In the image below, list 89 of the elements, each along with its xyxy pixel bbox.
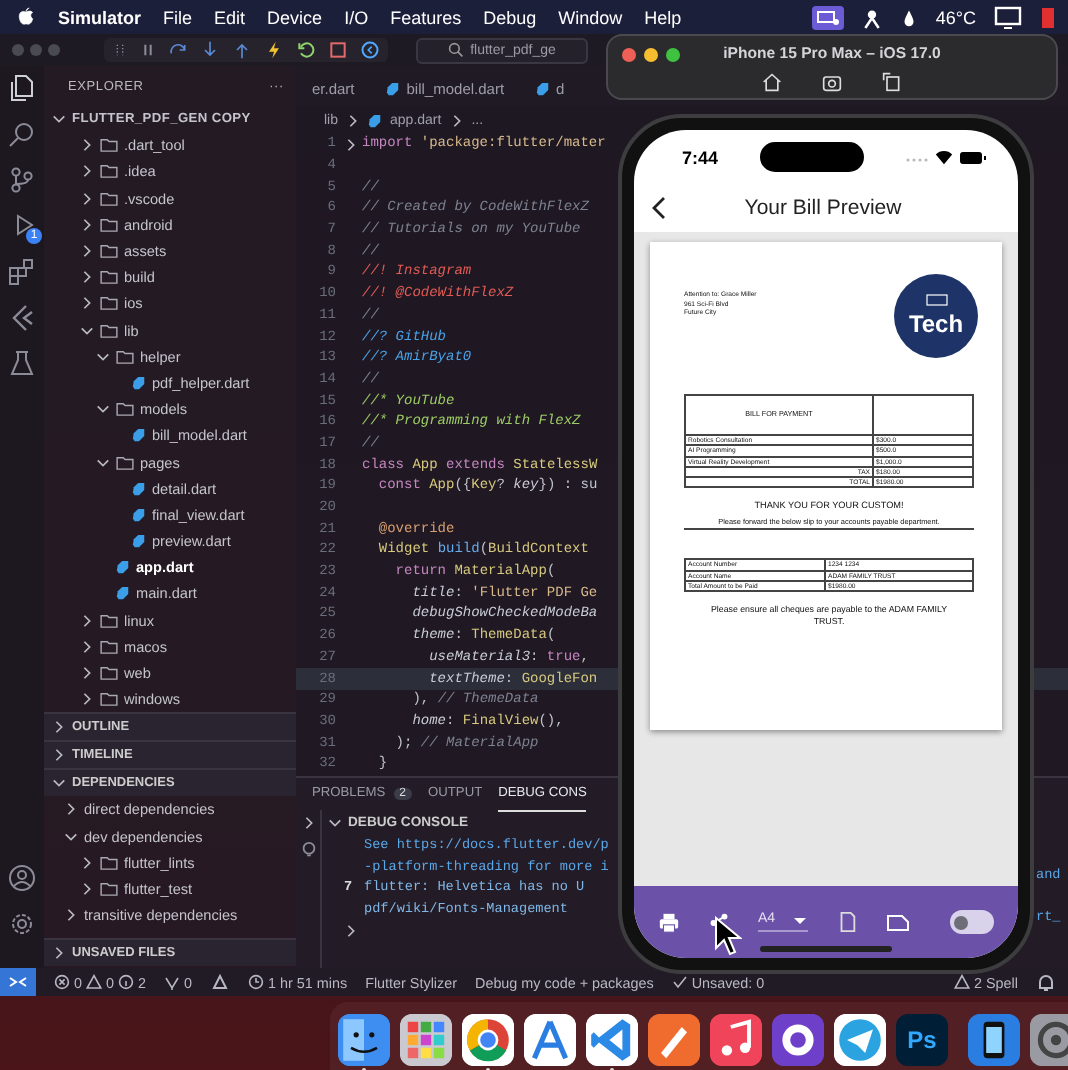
chevron-icon[interactable]	[328, 816, 342, 830]
flask-icon[interactable]	[8, 350, 36, 378]
debug-icon[interactable]	[210, 972, 230, 992]
music-note-app-icon[interactable]	[710, 1013, 762, 1065]
flutter-icon[interactable]	[8, 304, 36, 332]
phone-app-icon[interactable]	[968, 1013, 1020, 1065]
dart-file-icon	[132, 375, 146, 390]
home-icon[interactable]	[762, 71, 782, 91]
app-icon[interactable]: Ps	[896, 1013, 948, 1065]
chevron-icon[interactable]	[52, 946, 66, 960]
files-icon[interactable]	[8, 74, 36, 102]
landscape-icon[interactable]	[885, 910, 910, 934]
menu-item[interactable]: Device	[267, 7, 323, 27]
separator-icon[interactable]	[449, 113, 464, 127]
check-icon	[671, 974, 688, 990]
folder-icon	[116, 455, 134, 470]
battery-icon	[959, 149, 986, 165]
pen-app-icon[interactable]	[648, 1013, 700, 1065]
remote-button[interactable]	[0, 968, 36, 996]
warning-icon	[954, 974, 971, 990]
compass-app-icon[interactable]	[524, 1013, 576, 1065]
mouse-pointer-icon	[714, 916, 742, 956]
camera-island	[760, 142, 864, 172]
clock-icon	[248, 974, 264, 990]
logo: Tech	[894, 274, 978, 358]
wifi-icon	[933, 148, 954, 166]
fold-icon[interactable]	[344, 137, 358, 152]
step-out-icon[interactable]	[232, 40, 252, 60]
menu-item[interactable]: Help	[644, 7, 682, 27]
code-editor-app-icon[interactable]	[586, 1013, 638, 1065]
source-control-icon[interactable]	[8, 166, 36, 194]
folder-icon	[116, 402, 134, 417]
bulb-icon[interactable]	[299, 840, 317, 860]
chevron-icon[interactable]	[96, 455, 110, 470]
status-time: 7:44	[682, 147, 719, 167]
menu-item[interactable]: Debug	[483, 7, 537, 27]
settings-icon[interactable]	[8, 910, 36, 938]
step-into-icon[interactable]	[200, 40, 220, 60]
expand-icon[interactable]	[301, 816, 315, 830]
dart-file-icon	[368, 113, 383, 127]
screenshot-icon[interactable]	[822, 71, 842, 91]
menu-item[interactable]: I/O	[344, 7, 369, 27]
account-icon[interactable]	[8, 864, 36, 892]
bell-icon[interactable]	[1036, 972, 1056, 992]
menu-item[interactable]: Edit	[214, 7, 246, 27]
gear-icon[interactable]	[1030, 1013, 1068, 1065]
info-icon	[118, 974, 134, 990]
menu-item[interactable]: Features	[390, 7, 462, 27]
minimize-button[interactable]	[644, 48, 658, 62]
search-icon	[448, 42, 465, 58]
face-app-icon[interactable]	[338, 1013, 390, 1065]
search-icon[interactable]	[360, 40, 380, 60]
pause-icon[interactable]	[140, 40, 156, 60]
screen-title: Your Bill Preview	[742, 196, 904, 220]
screen-share-icon[interactable]	[811, 5, 844, 29]
dart-file-icon	[132, 428, 146, 443]
separator-icon[interactable]	[346, 113, 361, 127]
dart-file-icon	[386, 82, 401, 96]
status-icon[interactable]	[1040, 5, 1056, 29]
stop-icon[interactable]	[328, 40, 348, 60]
robot-icon[interactable]	[861, 5, 882, 29]
menu-app-name[interactable]: Simulator	[58, 7, 142, 27]
error-icon	[54, 974, 70, 990]
browser-app-icon[interactable]	[462, 1013, 514, 1065]
zoom-button[interactable]	[666, 48, 680, 62]
toggle-switch[interactable]	[950, 910, 994, 934]
back-icon[interactable]	[650, 196, 668, 220]
prompt-icon[interactable]	[344, 923, 358, 938]
restart-icon[interactable]	[296, 40, 316, 60]
temperature-reading[interactable]: 46°C	[935, 7, 976, 27]
extensions-icon[interactable]	[8, 258, 36, 286]
print-icon[interactable]	[658, 911, 680, 933]
paper-plane-app-icon[interactable]	[834, 1013, 886, 1065]
dart-file-icon	[536, 82, 551, 96]
chevron-icon[interactable]	[96, 402, 110, 417]
antenna-icon	[164, 974, 180, 990]
close-button[interactable]	[622, 48, 636, 62]
remote-icon	[8, 972, 28, 992]
menu-item[interactable]: Window	[558, 7, 623, 27]
grid-app-icon[interactable]	[400, 1013, 452, 1065]
warning-icon	[86, 974, 102, 990]
caret-icon	[791, 913, 808, 925]
display-icon[interactable]	[994, 5, 1022, 29]
portrait-icon[interactable]	[835, 910, 858, 934]
apple-icon[interactable]	[16, 6, 36, 28]
lightning-icon[interactable]	[264, 40, 284, 60]
search-icon[interactable]	[8, 120, 36, 148]
menu-item[interactable]: File	[163, 7, 193, 27]
rotate-icon[interactable]	[882, 71, 902, 91]
